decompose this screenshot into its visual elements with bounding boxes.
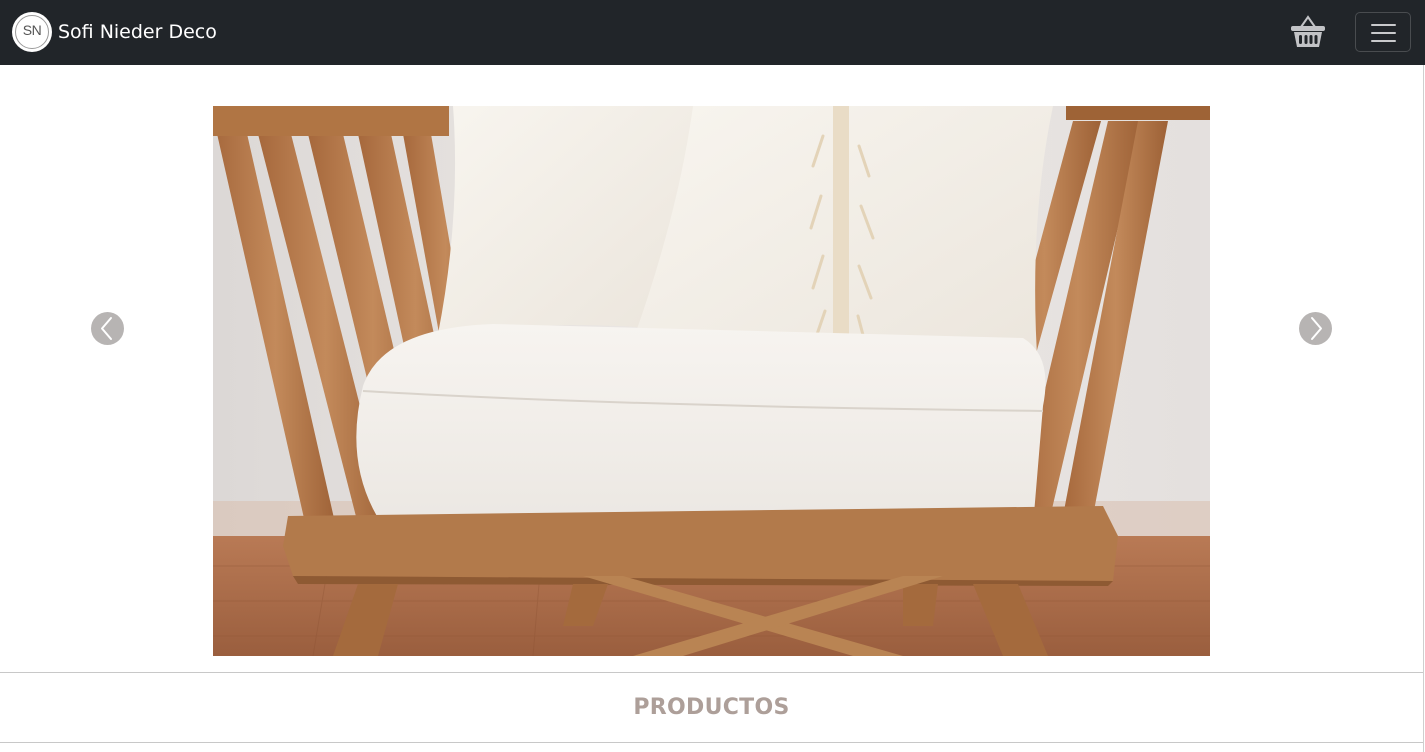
basket-icon [1291,15,1325,47]
armchair-photo [213,106,1210,656]
top-navbar: SN Sofi Nieder Deco [0,0,1425,65]
hero-carousel [0,65,1423,672]
menu-toggle-button[interactable] [1355,12,1411,52]
cart-button[interactable] [1288,14,1328,50]
logo-monogram: SN [22,22,42,38]
products-section-header: PRODUCTOS [0,672,1423,743]
brand-logo: SN [12,12,52,52]
brand-name: Sofi Nieder Deco [58,21,217,43]
brand-link[interactable]: SN Sofi Nieder Deco [12,12,217,52]
chevron-right-icon [1311,317,1322,340]
products-heading[interactable]: PRODUCTOS [0,695,1423,720]
chevron-left-icon [101,317,112,340]
scrollbar-edge [1423,65,1424,752]
carousel-next-button[interactable] [1299,312,1332,345]
carousel-slide-image [213,106,1210,656]
carousel-prev-button[interactable] [91,312,124,345]
